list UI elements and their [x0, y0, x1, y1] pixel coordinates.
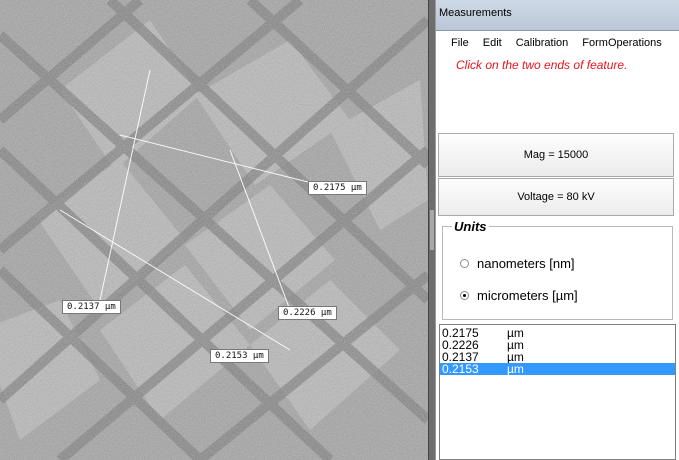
menu-edit[interactable]: Edit — [476, 31, 509, 49]
micrometers-radio[interactable]: micrometers [µm] — [460, 288, 578, 303]
units-legend: Units — [452, 219, 489, 234]
micrograph-canvas[interactable]: 0.2175 µm 0.2226 µm 0.2137 µm 0.2153 µm — [0, 0, 428, 460]
voltage-button[interactable]: Voltage = 80 kV — [438, 178, 674, 216]
window-title: Measurements — [439, 7, 512, 19]
magnification-button[interactable]: Mag = 15000 — [438, 133, 674, 177]
nanometers-label: nanometers [nm] — [477, 256, 575, 271]
menu-calibration[interactable]: Calibration — [509, 31, 576, 49]
measurements-window: Measurements File Edit Calibration FormOper… — [435, 0, 679, 460]
measurements-list[interactable]: 0.2175 µm 0.2226 µm 0.2137 µm 0.2153 µm — [439, 324, 676, 460]
measurement-label: 0.2226 µm — [278, 306, 337, 320]
menu-bar: File Edit Calibration FormOperations — [436, 31, 679, 55]
measurement-label: 0.2175 µm — [308, 181, 367, 195]
splitter-handle[interactable] — [430, 210, 434, 250]
measurement-unit: µm — [507, 362, 524, 376]
micrometers-label: micrometers [µm] — [477, 288, 578, 303]
radio-button-icon[interactable] — [460, 259, 469, 268]
micrograph-image — [0, 0, 428, 460]
units-groupbox — [442, 226, 673, 320]
menu-file[interactable]: File — [436, 31, 476, 49]
instruction-text: Click on the two ends of feature. — [456, 58, 628, 72]
radio-button-selected-icon[interactable] — [460, 291, 469, 300]
list-item-selected[interactable]: 0.2153 µm — [440, 363, 675, 375]
menu-formoperations[interactable]: FormOperations — [575, 31, 668, 49]
measurement-value: 0.2153 — [442, 362, 479, 376]
window-titlebar[interactable]: Measurements — [436, 0, 679, 31]
nanometers-radio[interactable]: nanometers [nm] — [460, 256, 575, 271]
measurement-label: 0.2137 µm — [62, 300, 121, 314]
measurement-label: 0.2153 µm — [210, 349, 269, 363]
